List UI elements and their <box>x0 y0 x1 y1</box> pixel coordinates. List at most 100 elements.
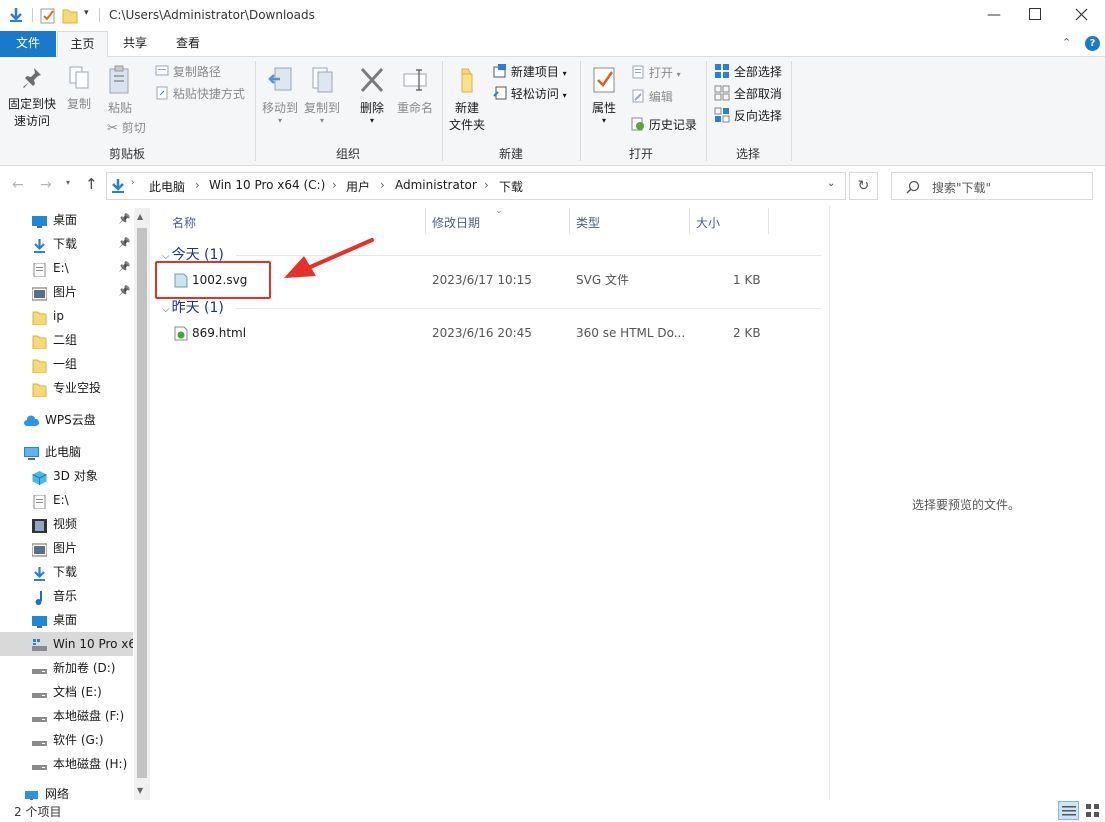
column-separator[interactable] <box>425 208 426 234</box>
open-button[interactable]: 打开 ▾ <box>631 63 681 83</box>
sidebar-item-label: 视频 <box>53 517 78 531</box>
item-count: 2 个项目 <box>14 805 62 819</box>
sidebar-item-pc[interactable]: 桌面 <box>0 608 133 632</box>
properties-button[interactable]: 属性 ▾ <box>587 65 621 125</box>
sidebar-item-wps[interactable]: WPS云盘 <box>0 408 133 432</box>
folder-icon <box>32 381 47 398</box>
easy-access-button[interactable]: 轻松访问 ▾ <box>493 84 567 104</box>
pin-quick-access-button[interactable]: 固定到快 速访问 <box>4 65 60 130</box>
paste-button[interactable]: 粘贴 <box>102 65 138 117</box>
sidebar-item-pc[interactable]: Win 10 Pro x64 <box>0 632 133 656</box>
copy-to-button[interactable]: 复制到 ▾ <box>301 65 343 125</box>
sidebar-item-pc[interactable]: E:\ <box>0 488 133 512</box>
nav-scrollbar[interactable]: ▲ ▼ <box>134 208 150 800</box>
sidebar-item-pc[interactable]: 图片 <box>0 536 133 560</box>
breadcrumb-this-pc[interactable]: 此电脑 <box>149 178 185 195</box>
sidebar-item-pc[interactable]: 3D 对象 <box>0 464 133 488</box>
back-button[interactable]: ← <box>12 177 24 193</box>
forward-button[interactable]: → <box>40 177 52 193</box>
up-button[interactable]: ↑ <box>85 175 98 193</box>
tab-share[interactable]: 共享 <box>112 31 158 57</box>
tab-home[interactable]: 主页 <box>57 31 108 58</box>
rename-button[interactable]: 重命名 <box>394 65 436 117</box>
column-header-modified[interactable]: 修改日期 <box>432 212 480 234</box>
close-button[interactable] <box>1075 8 1088 21</box>
sidebar-item-quick[interactable]: E:\ 📌 <box>0 256 133 280</box>
file-row[interactable]: 869.html 2023/6/16 20:45 360 se HTML Do.… <box>155 321 820 345</box>
new-item-button[interactable]: 新建项目 ▾ <box>493 62 567 82</box>
sidebar-item-pc[interactable]: 本地磁盘 (F:) <box>0 704 133 728</box>
column-separator[interactable] <box>689 208 690 234</box>
invert-selection-button[interactable]: 反向选择 <box>714 106 782 126</box>
minimize-button[interactable]: — <box>985 2 1003 28</box>
column-header-size[interactable]: 大小 <box>696 212 720 234</box>
details-view-icon <box>1062 806 1076 816</box>
sidebar-item-label: 本地磁盘 (H:) <box>53 757 128 771</box>
sidebar-item-label: 图片 <box>53 285 78 299</box>
history-button[interactable]: 历史记录 <box>631 115 697 135</box>
select-all-button[interactable]: 全部选择 <box>714 62 782 82</box>
sidebar-item-label: 桌面 <box>53 613 78 627</box>
tab-view[interactable]: 查看 <box>164 31 212 57</box>
scrollbar-thumb[interactable] <box>137 228 147 778</box>
cut-button[interactable]: ✂ 剪切 <box>107 118 146 138</box>
sidebar-item-pc[interactable]: 视频 <box>0 512 133 536</box>
recent-locations-button[interactable]: ▾ <box>66 178 70 187</box>
sidebar-item-label: 下载 <box>53 237 78 251</box>
qat-dropdown-icon[interactable]: ▾ <box>84 8 94 20</box>
properties-qat-icon[interactable] <box>40 7 56 24</box>
new-folder-button[interactable]: 新建 文件夹 <box>447 65 487 134</box>
address-dropdown-icon[interactable]: ⌄ <box>827 178 835 189</box>
column-separator[interactable] <box>768 208 769 234</box>
sidebar-item-this-pc[interactable]: 此电脑 <box>0 440 133 464</box>
sidebar-item-quick[interactable]: 下载 📌 <box>0 232 133 256</box>
tab-file[interactable]: 文件 <box>0 31 56 57</box>
sidebar-item-quick[interactable]: ip <box>0 304 133 328</box>
sidebar-item-network[interactable]: 网络 <box>0 782 133 800</box>
maximize-button[interactable] <box>1029 8 1041 20</box>
sidebar-item-quick[interactable]: 专业空投 <box>0 376 133 400</box>
breadcrumb-downloads[interactable]: 下载 <box>499 178 523 195</box>
large-icons-view-button[interactable] <box>1083 801 1102 820</box>
refresh-button[interactable]: ↻ <box>849 172 878 200</box>
scroll-up-icon[interactable]: ▲ <box>137 212 143 221</box>
help-icon[interactable]: ? <box>1085 36 1100 51</box>
sidebar-item-quick[interactable]: 桌面 📌 <box>0 208 133 232</box>
sidebar-item-quick[interactable]: 二组 <box>0 328 133 352</box>
move-to-button[interactable]: 移动到 ▾ <box>259 65 301 125</box>
select-all-icon <box>715 64 729 78</box>
sidebar-item-pc[interactable]: 软件 (G:) <box>0 728 133 752</box>
pin-label-line2: 速访问 <box>13 114 50 128</box>
history-icon <box>631 117 644 131</box>
paste-shortcut-button[interactable]: 粘贴快捷方式 <box>155 84 245 104</box>
select-group-label: 选择 <box>735 147 760 161</box>
sidebar-item-pc[interactable]: 音乐 <box>0 584 133 608</box>
address-bar[interactable]: › 此电脑 › Win 10 Pro x64 (C:) › 用户 › Admin… <box>106 172 846 200</box>
group-header-yesterday[interactable]: ⌵ 昨天 (1) <box>162 297 224 319</box>
column-separator[interactable] <box>569 208 570 234</box>
scroll-down-icon[interactable]: ▼ <box>137 786 143 795</box>
sidebar-item-quick[interactable]: 图片 📌 <box>0 280 133 304</box>
breadcrumb-drive-c[interactable]: Win 10 Pro x64 (C:) <box>209 178 325 192</box>
column-header-type[interactable]: 类型 <box>576 212 600 234</box>
sidebar-item-pc[interactable]: 新加卷 (D:) <box>0 656 133 680</box>
details-view-button[interactable] <box>1058 801 1079 820</box>
sidebar-item-pc[interactable]: 下载 <box>0 560 133 584</box>
sidebar-item-quick[interactable]: 一组 <box>0 352 133 376</box>
sidebar-item-pc[interactable]: 本地磁盘 (H:) <box>0 752 133 776</box>
sidebar-item-pc[interactable]: 文档 (E:) <box>0 680 133 704</box>
search-box[interactable]: 搜索"下载" <box>891 172 1093 200</box>
group-divider <box>236 308 821 309</box>
copy-path-button[interactable]: 复制路径 <box>155 62 221 82</box>
collapse-ribbon-icon[interactable]: ⌃ <box>1062 36 1071 49</box>
new-folder-qat-icon[interactable] <box>62 7 78 24</box>
select-none-button[interactable]: 全部取消 <box>714 84 782 104</box>
edit-button[interactable]: 编辑 <box>631 87 673 107</box>
file-type: 360 se HTML Do... <box>576 326 686 340</box>
breadcrumb-administrator[interactable]: Administrator <box>395 178 477 192</box>
quick-access-download-icon[interactable] <box>7 6 25 24</box>
breadcrumb-users[interactable]: 用户 <box>346 178 370 195</box>
delete-button[interactable]: 删除 ▾ <box>355 65 389 125</box>
column-header-name[interactable]: 名称 <box>172 212 196 234</box>
copy-button[interactable]: 复制 <box>62 65 96 113</box>
